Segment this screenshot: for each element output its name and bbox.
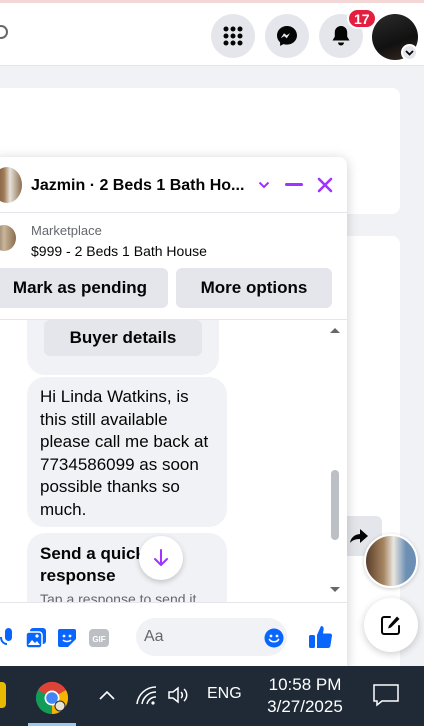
volume-button[interactable]: [166, 685, 192, 705]
image-icon: [25, 628, 46, 649]
marketplace-listing[interactable]: Marketplace $999 - 2 Beds 1 Bath House: [0, 213, 347, 263]
sticker-button[interactable]: [56, 627, 78, 649]
chat-window: Jazmin · 2 Beds 1 Bath Ho... Marketplace…: [0, 157, 347, 669]
contact-avatar[interactable]: [0, 167, 22, 203]
message-bubble: Hi Linda Watkins, is this still availabl…: [27, 377, 227, 527]
messenger-icon: [277, 26, 297, 46]
minimize-icon: [285, 183, 303, 186]
close-icon: [317, 177, 333, 193]
attach-photo-button[interactable]: [25, 627, 47, 649]
scroll-down-arrow-icon[interactable]: [328, 585, 342, 595]
buyer-details-button[interactable]: Buyer details: [44, 320, 202, 356]
message-line: much.: [40, 499, 87, 519]
emoji-button[interactable]: [263, 627, 285, 649]
gif-icon: GIF: [89, 629, 109, 647]
notification-badge: 17: [347, 8, 377, 29]
compose-icon: [381, 616, 400, 635]
svg-text:GIF: GIF: [92, 635, 105, 644]
chat-options-button[interactable]: [252, 173, 276, 197]
message-line: please call me back at: [40, 432, 209, 452]
message-line: possible thanks so: [40, 477, 180, 497]
account-menu-button[interactable]: [401, 44, 418, 61]
mark-pending-button[interactable]: Mark as pending: [0, 268, 168, 308]
speaker-icon: [168, 686, 188, 704]
scroll-to-bottom-button[interactable]: [139, 536, 183, 580]
share-arrow-icon: [350, 529, 368, 543]
quick-response-title: Send a quick response: [40, 544, 145, 585]
sticker-icon: [58, 629, 76, 647]
chat-header[interactable]: Jazmin · 2 Beds 1 Bath Ho...: [0, 157, 347, 213]
close-button[interactable]: [313, 173, 337, 197]
top-navbar: 17: [0, 0, 424, 66]
marketplace-label: Marketplace: [31, 223, 102, 238]
scrollbar-thumb[interactable]: [331, 470, 339, 540]
message-list[interactable]: Buyer details Hi Linda Watkins, is this …: [0, 319, 347, 602]
clock-time: 10:58 PM: [268, 675, 342, 694]
listing-thumbnail: [0, 225, 16, 251]
microphone-icon: [0, 628, 12, 645]
menu-button[interactable]: [211, 14, 255, 58]
quick-response-card: Send a quick response Tap a response to …: [27, 533, 227, 602]
minimize-button[interactable]: [282, 173, 306, 197]
wifi-button[interactable]: [134, 685, 158, 705]
chat-head-avatar[interactable]: [364, 534, 418, 588]
more-options-button[interactable]: More options: [176, 268, 332, 308]
file-explorer-icon[interactable]: [0, 682, 6, 708]
chat-title[interactable]: Jazmin · 2 Beds 1 Bath Ho...: [31, 177, 246, 195]
show-hidden-icons-button[interactable]: [98, 688, 116, 702]
emoji-icon: [264, 628, 284, 648]
listing-title: $999 - 2 Beds 1 Bath House: [31, 243, 207, 259]
speech-bubble-icon: [373, 684, 399, 707]
taskbar: ENG 10:58 PM 3/27/2025: [0, 666, 424, 726]
clock[interactable]: 10:58 PM 3/27/2025: [260, 674, 350, 718]
bell-icon: [332, 26, 350, 46]
message-line: 7734586099 as soon: [40, 454, 199, 474]
message-line: this still available: [40, 409, 168, 429]
chrome-icon: [35, 681, 69, 715]
new-message-button[interactable]: [364, 598, 418, 652]
clock-date: 3/27/2025: [267, 697, 343, 716]
chevron-down-icon: [258, 181, 270, 189]
mic-button[interactable]: [0, 627, 16, 649]
grid-menu-icon: [223, 26, 243, 46]
chevron-up-icon: [99, 690, 115, 700]
wifi-icon: [136, 686, 157, 705]
chrome-taskbar-button[interactable]: [28, 674, 76, 722]
message-scrollbar[interactable]: [328, 319, 342, 602]
quick-response-subtitle: Tap a response to send it: [40, 591, 197, 602]
message-composer: GIF: [0, 602, 347, 669]
scroll-up-arrow-icon[interactable]: [328, 325, 342, 335]
chevron-down-icon: [405, 49, 414, 56]
notification-center-button[interactable]: [372, 682, 400, 708]
like-button[interactable]: [308, 624, 334, 650]
language-indicator[interactable]: ENG: [207, 685, 242, 703]
thumbs-up-icon: [309, 626, 333, 649]
refresh-icon[interactable]: [0, 25, 8, 39]
arrow-down-icon: [154, 549, 168, 566]
message-line: Hi Linda Watkins, is: [40, 387, 189, 406]
gif-button[interactable]: GIF: [88, 627, 110, 649]
messenger-button[interactable]: [265, 14, 309, 58]
